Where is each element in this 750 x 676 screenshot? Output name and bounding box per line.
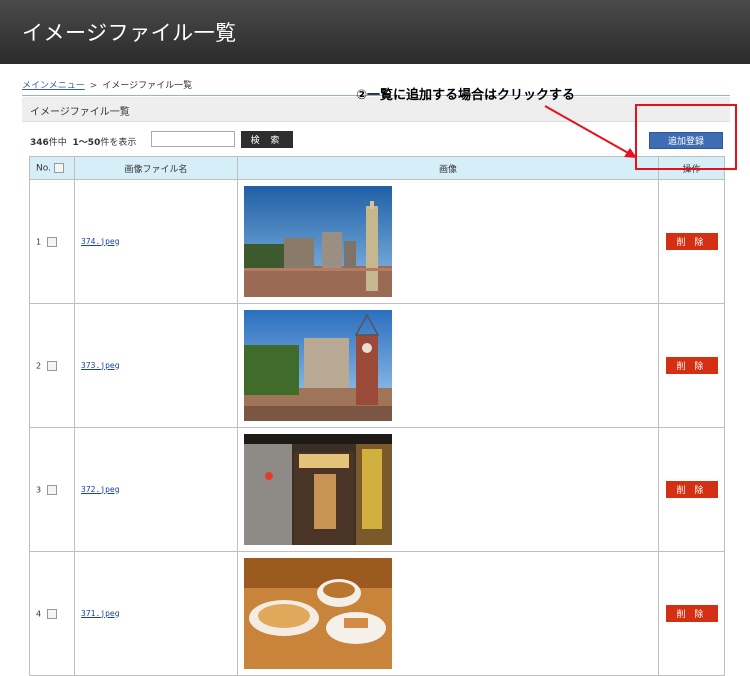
image-file-table: No. 画像ファイル名 画像 操作 1 374.jpeg 削 除 2 373.j… — [29, 156, 725, 676]
filename-cell: 374.jpeg — [74, 179, 238, 304]
app-header: イメージファイル一覧 — [0, 0, 750, 64]
breadcrumb-current: イメージファイル一覧 — [102, 81, 193, 91]
row-checkbox[interactable] — [47, 236, 58, 247]
annotation-callout: ②一覧に追加する場合はクリックする — [356, 88, 576, 103]
row-number: 3 — [36, 485, 42, 494]
filename-link[interactable]: 373.jpeg — [75, 361, 120, 370]
image-cell — [237, 427, 659, 552]
row-checkbox[interactable] — [47, 484, 58, 495]
delete-button[interactable]: 削 除 — [665, 357, 718, 374]
thumbnail-graphic — [244, 186, 392, 297]
row-number-cell: 1 — [29, 179, 75, 304]
filename-link[interactable]: 371.jpeg — [75, 609, 120, 618]
action-cell: 削 除 — [658, 179, 725, 304]
section-title: イメージファイル一覧 — [30, 107, 130, 118]
delete-button[interactable]: 削 除 — [665, 605, 718, 622]
filename-cell: 373.jpeg — [74, 303, 238, 428]
breadcrumb-home-link[interactable]: メインメニュー — [22, 81, 85, 91]
thumbnail-graphic — [244, 558, 392, 669]
delete-button[interactable]: 削 除 — [665, 481, 718, 498]
thumbnail-graphic — [244, 310, 392, 421]
image-cell — [237, 303, 659, 428]
food-plate-photo[interactable] — [244, 558, 392, 669]
row-number-cell: 4 — [29, 551, 75, 676]
delete-button[interactable]: 削 除 — [665, 233, 718, 250]
breadcrumb-separator: > — [89, 81, 98, 91]
annotation-highlight-box — [635, 104, 737, 170]
table-row: 1 374.jpeg 削 除 — [29, 179, 725, 304]
clock-tower-photo[interactable] — [244, 310, 392, 421]
row-number-cell: 2 — [29, 303, 75, 428]
result-count: 346件中 1～50件を表示 — [30, 135, 136, 148]
filename-link[interactable]: 372.jpeg — [75, 485, 120, 494]
total-count: 346 — [30, 138, 49, 148]
table-row: 4 371.jpeg 削 除 — [29, 551, 725, 676]
column-header-filename: 画像ファイル名 — [74, 156, 238, 180]
row-number: 2 — [36, 361, 42, 370]
restaurant-entrance-photo[interactable] — [244, 434, 392, 545]
action-cell: 削 除 — [658, 427, 725, 552]
page-title: イメージファイル一覧 — [22, 21, 237, 45]
action-cell: 削 除 — [658, 303, 725, 428]
column-header-image: 画像 — [237, 156, 659, 180]
filename-link[interactable]: 374.jpeg — [75, 237, 120, 246]
row-number: 1 — [36, 237, 42, 246]
range-text: 1～50 — [72, 138, 101, 148]
select-all-checkbox[interactable] — [53, 162, 64, 173]
table-row: 3 372.jpeg 削 除 — [29, 427, 725, 552]
search-button[interactable]: 検 索 — [241, 131, 293, 148]
search-input[interactable] — [151, 131, 235, 147]
row-number: 4 — [36, 609, 42, 618]
table-header-row: No. 画像ファイル名 画像 操作 — [29, 156, 725, 180]
filename-cell: 372.jpeg — [74, 427, 238, 552]
image-cell — [237, 551, 659, 676]
thumbnail-graphic — [244, 434, 392, 545]
action-cell: 削 除 — [658, 551, 725, 676]
row-number-cell: 3 — [29, 427, 75, 552]
image-cell — [237, 179, 659, 304]
row-checkbox[interactable] — [47, 360, 58, 371]
total-suffix: 件中 — [48, 138, 67, 148]
table-row: 2 373.jpeg 削 除 — [29, 303, 725, 428]
column-header-no-label: No. — [36, 163, 51, 174]
breadcrumb: メインメニュー > イメージファイル一覧 — [22, 78, 192, 91]
filename-cell: 371.jpeg — [74, 551, 238, 676]
column-header-no: No. — [29, 156, 75, 180]
row-checkbox[interactable] — [47, 608, 58, 619]
range-suffix: 件を表示 — [100, 138, 137, 148]
park-plaza-photo[interactable] — [244, 186, 392, 297]
